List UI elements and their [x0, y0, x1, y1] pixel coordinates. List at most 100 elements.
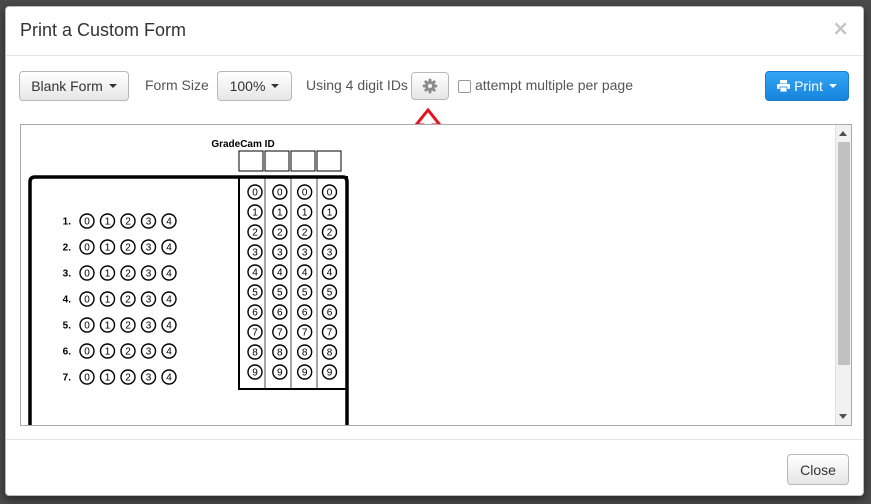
- answer-bubble-choice: 1: [105, 295, 111, 306]
- id-bubble-digit: 1: [277, 208, 283, 219]
- id-bubble-digit: 4: [277, 268, 283, 279]
- answer-bubble-choice: 3: [146, 347, 152, 358]
- print-label: Print: [794, 78, 823, 94]
- form-size-dropdown[interactable]: 100%: [217, 71, 292, 101]
- settings-button[interactable]: [411, 72, 449, 100]
- bubble-form: GradeCam ID 0 0 0 0 1 1 1 1 2 2 2 2 3 3 3 3 4 4 4 4 5 5 5 5 6 6 6 6…: [28, 139, 349, 425]
- gear-icon: [422, 78, 438, 94]
- id-write-box[interactable]: [264, 150, 290, 172]
- id-bubble-digit: 8: [327, 348, 333, 359]
- answer-bubble-choice: 0: [84, 217, 90, 228]
- answer-bubble-choice: 1: [105, 321, 111, 332]
- close-button[interactable]: Close: [787, 454, 849, 485]
- id-bubble-digit: 3: [327, 248, 333, 259]
- id-bubble-digit: 7: [302, 328, 308, 339]
- answer-bubble-choice: 3: [146, 269, 152, 280]
- answer-bubble-choice: 2: [125, 373, 131, 384]
- modal-header: Print a Custom Form ×: [6, 7, 863, 56]
- answer-bubble-choice: 2: [125, 269, 131, 280]
- answer-bubble-choice: 4: [166, 269, 172, 280]
- answer-bubble-choice: 0: [84, 321, 90, 332]
- modal-title: Print a Custom Form: [20, 20, 187, 40]
- id-bubble-digit: 3: [277, 248, 283, 259]
- close-x-icon[interactable]: ×: [832, 16, 849, 40]
- id-bubble-digit: 6: [277, 308, 283, 319]
- answer-bubble-choice: 4: [166, 295, 172, 306]
- id-bubble-digit: 2: [327, 228, 333, 239]
- id-bubble-digit: 9: [277, 368, 283, 379]
- answer-bubble-choice: 4: [166, 373, 172, 384]
- id-bubble-digit: 7: [252, 328, 258, 339]
- answer-bubble-choice: 1: [105, 217, 111, 228]
- id-write-box[interactable]: [290, 150, 316, 172]
- digit-ids-label: Using 4 digit IDs: [306, 77, 408, 93]
- answer-bubble-choice: 0: [84, 373, 90, 384]
- question-number: 1.: [63, 217, 72, 228]
- id-bubble-digit: 1: [302, 208, 308, 219]
- id-bubble-digit: 4: [302, 268, 308, 279]
- id-bubble-digit: 2: [252, 228, 258, 239]
- scroll-up-icon[interactable]: [839, 131, 847, 136]
- id-bubble-digit: 6: [302, 308, 308, 319]
- close-label: Close: [800, 461, 836, 478]
- id-bubble-digit: 1: [252, 208, 258, 219]
- id-bubble-digit: 5: [277, 288, 283, 299]
- chevron-down-icon: [271, 84, 280, 88]
- question-number: 3.: [63, 269, 72, 280]
- id-bubble-digit: 6: [327, 308, 333, 319]
- answer-bubble-choice: 1: [105, 347, 111, 358]
- blank-form-label: Blank Form: [31, 78, 103, 94]
- id-bubble-digit: 3: [302, 248, 308, 259]
- question-number: 7.: [63, 373, 72, 384]
- answer-bubble-choice: 3: [146, 321, 152, 332]
- printer-icon: [777, 80, 791, 92]
- print-button[interactable]: Print: [765, 71, 849, 101]
- question-number: 5.: [63, 321, 72, 332]
- answer-bubble-choice: 2: [125, 347, 131, 358]
- blank-form-dropdown[interactable]: Blank Form: [19, 71, 129, 101]
- id-bubble-digit: 6: [252, 308, 258, 319]
- vertical-scrollbar[interactable]: [835, 125, 851, 425]
- id-header: GradeCam ID: [211, 139, 274, 150]
- answer-bubble-choice: 0: [84, 243, 90, 254]
- answer-bubble-choice: 1: [105, 269, 111, 280]
- form-size-value: 100%: [229, 78, 266, 94]
- id-bubble-digit: 8: [277, 348, 283, 359]
- answer-bubble-choice: 4: [166, 217, 172, 228]
- id-bubble-digit: 5: [327, 288, 333, 299]
- id-write-box[interactable]: [316, 150, 342, 172]
- id-write-box[interactable]: [238, 150, 264, 172]
- id-bubble-digit: 5: [252, 288, 258, 299]
- scroll-down-icon[interactable]: [839, 414, 847, 419]
- id-bubble-digit: 8: [302, 348, 308, 359]
- question-number: 4.: [63, 295, 72, 306]
- id-bubble-digit: 0: [302, 188, 308, 199]
- id-bubble-digit: 2: [302, 228, 308, 239]
- answer-bubble-choice: 1: [105, 373, 111, 384]
- chevron-down-icon: [108, 84, 117, 88]
- scroll-thumb[interactable]: [838, 142, 850, 365]
- question-number: 2.: [63, 243, 72, 254]
- id-bubble-digit: 5: [302, 288, 308, 299]
- print-custom-form-modal: Print a Custom Form × Blank Form Form Si…: [5, 6, 864, 496]
- answer-bubble-choice: 1: [105, 243, 111, 254]
- id-bubble-digit: 7: [277, 328, 283, 339]
- question-number: 6.: [63, 347, 72, 358]
- id-bubble-digit: 9: [327, 368, 333, 379]
- attempt-multiple-checkbox[interactable]: [458, 80, 471, 93]
- answer-bubble-choice: 2: [125, 217, 131, 228]
- answer-bubble-choice: 3: [146, 295, 152, 306]
- id-bubble-digit: 3: [252, 248, 258, 259]
- id-bubble-digit: 1: [327, 208, 333, 219]
- answer-bubble-choice: 0: [84, 269, 90, 280]
- id-bubble-digit: 4: [327, 268, 333, 279]
- answer-bubble-choice: 0: [84, 295, 90, 306]
- modal-footer: Close: [6, 439, 863, 495]
- id-bubble-digit: 7: [327, 328, 333, 339]
- id-bubble-digit: 0: [277, 188, 283, 199]
- answer-bubble-choice: 3: [146, 217, 152, 228]
- id-bubble-digit: 2: [277, 228, 283, 239]
- id-bubble-digit: 0: [252, 188, 258, 199]
- id-bubble-digit: 0: [327, 188, 333, 199]
- answer-bubble-choice: 4: [166, 347, 172, 358]
